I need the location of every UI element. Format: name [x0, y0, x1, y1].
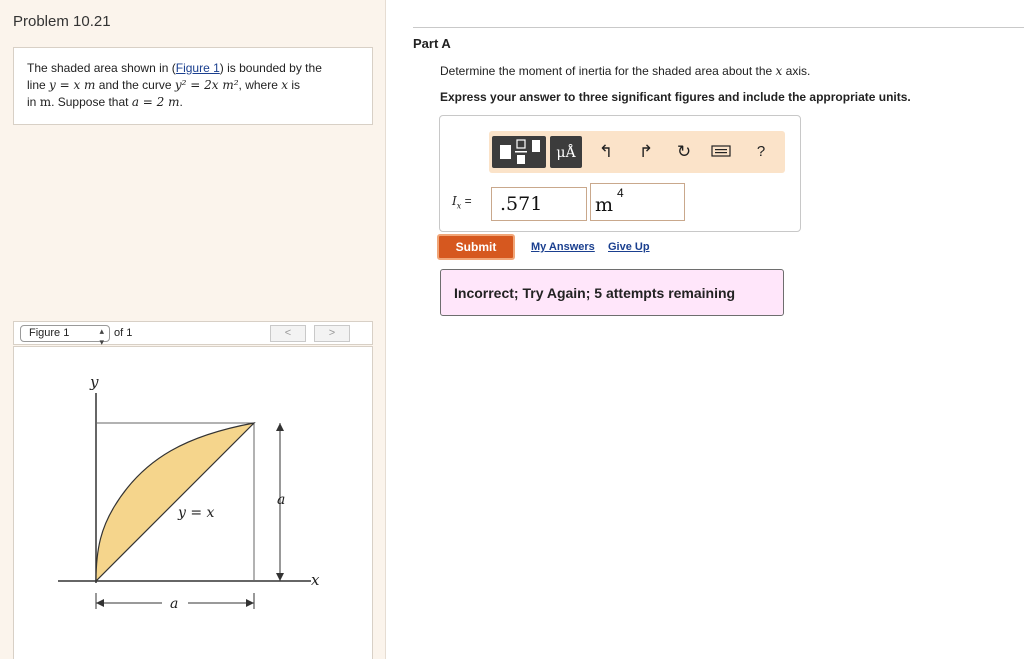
next-figure-button[interactable]: > [314, 325, 350, 342]
figure-diagram: y x y = x a a [58, 373, 320, 612]
template-button[interactable] [492, 136, 546, 168]
problem-title: Problem 10.21 [13, 13, 111, 30]
answer-instruction: Express your answer to three significant… [440, 90, 911, 104]
unit-text: m [595, 194, 614, 216]
curve-equation: y² = 2x m² [174, 78, 239, 92]
answer-box: μÅ ↰ ↱ ↻ ? Ix = .571 m 4 [439, 115, 801, 232]
prompt-text-2: axis. [782, 64, 811, 78]
statement-text-7: in [27, 95, 40, 109]
mastering-problem-page: Problem 10.21 The shaded area shown in (… [0, 0, 1024, 659]
undo-arrow-icon[interactable]: ↰ [596, 142, 616, 162]
dim-arrow-left-icon [96, 599, 104, 607]
part-title: Part A [413, 36, 451, 51]
x-axis-label: x [311, 571, 320, 589]
redo-arrow-icon[interactable]: ↱ [636, 142, 656, 162]
units-button[interactable]: μÅ [550, 136, 582, 168]
shaded-area [95, 422, 256, 583]
question-prompt: Determine the moment of inertia for the … [440, 64, 810, 78]
dim-arrow-right-icon [246, 599, 254, 607]
unit-input[interactable]: m 4 [590, 183, 685, 221]
problem-panel: Problem 10.21 The shaded area shown in (… [0, 0, 386, 659]
dim-arrow-down-icon [276, 573, 284, 581]
prompt-text-1: Determine the moment of inertia for the … [440, 64, 776, 78]
select-arrows-icon: ▴ ▾ [99, 326, 104, 347]
figure-link[interactable]: Figure 1 [176, 61, 220, 75]
statement-text-8: . Suppose that [51, 95, 132, 109]
give-up-link[interactable]: Give Up [608, 241, 650, 253]
help-button[interactable]: ? [751, 142, 771, 162]
previous-figure-button[interactable]: < [270, 325, 306, 342]
answer-label: Ix = [452, 194, 472, 210]
my-answers-link[interactable]: My Answers [531, 241, 595, 253]
vertical-dim-label: a [277, 492, 285, 508]
statement-text-9: . [179, 95, 183, 109]
feedback-message: Incorrect; Try Again; 5 attempts remaini… [440, 269, 784, 316]
statement-text-4: and the curve [95, 78, 175, 92]
a-value: a = 2 m [131, 95, 180, 109]
line-label: y = x [177, 505, 215, 521]
answer-label-eq: = [461, 194, 472, 208]
statement-text-5: , where [238, 78, 282, 92]
problem-statement: The shaded area shown in (Figure 1) is b… [13, 47, 373, 125]
keyboard-icon[interactable] [711, 143, 731, 163]
statement-text-6: is [288, 78, 300, 92]
variable-x: x [281, 78, 288, 92]
statement-text-2: ) is bounded by the [219, 61, 322, 75]
figure-select[interactable]: Figure 1 ▴ ▾ [20, 325, 110, 347]
figure-select-value: Figure 1 [29, 327, 70, 339]
reset-icon[interactable]: ↻ [674, 142, 694, 162]
fraction-template-icon [500, 139, 540, 164]
horizontal-dim-label: a [170, 596, 178, 612]
value-input[interactable]: .571 [491, 187, 587, 221]
statement-text-3: line [27, 78, 50, 92]
statement-text-1: The shaded area shown in ( [27, 61, 176, 75]
unit-m: m [39, 95, 52, 109]
line-equation: y = x m [49, 78, 96, 92]
figure-area: y x y = x a a [13, 346, 373, 659]
dim-arrow-up-icon [276, 423, 284, 431]
y-axis-label: y [89, 373, 99, 391]
math-toolbar: μÅ ↰ ↱ ↻ ? [489, 131, 785, 173]
figure-navigation: Figure 1 ▴ ▾ of 1 < > [13, 321, 373, 347]
header-divider [413, 27, 1024, 28]
unit-exponent: 4 [617, 186, 624, 200]
submit-button[interactable]: Submit [437, 234, 515, 260]
figure-count: of 1 [114, 327, 133, 339]
